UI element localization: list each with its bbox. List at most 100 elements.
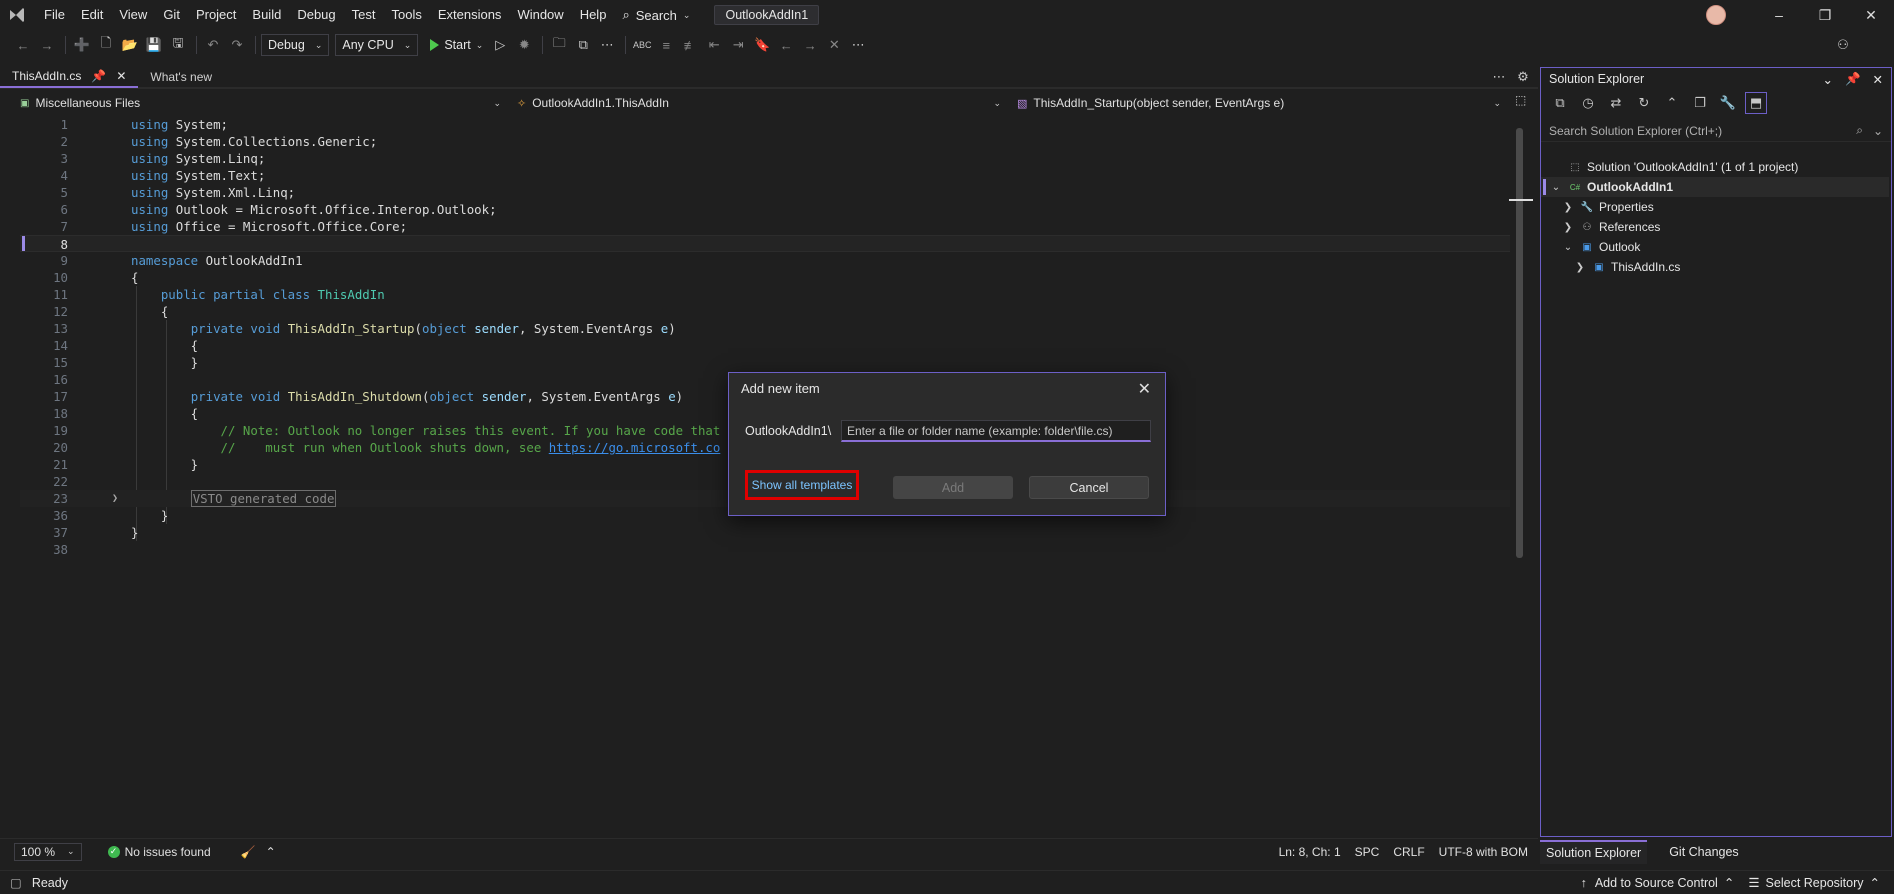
preview-icon[interactable]: ⬒ [1745,92,1767,114]
expand-region-icon[interactable]: ❯ [112,490,118,507]
chevron-up-icon[interactable]: ⌃ [266,845,276,859]
menu-build[interactable]: Build [244,0,289,30]
tab-whats-new[interactable]: What's new [138,66,224,88]
open-file-icon[interactable]: 🗀 [548,34,570,56]
configuration-dropdown[interactable]: Debug ⌄ [261,34,330,56]
menu-view[interactable]: View [111,0,155,30]
tab-git-changes[interactable]: Git Changes [1663,840,1744,864]
properties-wrench-icon[interactable]: 🔧 [1717,92,1739,114]
pin-icon[interactable]: 📌 [1845,72,1861,87]
close-tab-icon[interactable]: ✕ [116,69,126,83]
show-all-templates-link[interactable]: Show all templates [745,470,859,500]
tree-item-solution[interactable]: ⬚ Solution 'OutlookAddIn1' (1 of 1 proje… [1541,157,1889,177]
tree-item-references[interactable]: ❯ ⚇ References [1541,217,1889,237]
file-encoding[interactable]: UTF-8 with BOM [1439,845,1528,859]
hot-reload-icon[interactable]: ✹ [513,34,535,56]
add-button[interactable]: Add [893,476,1013,499]
menu-test[interactable]: Test [344,0,384,30]
chevron-down-icon[interactable]: ⌄ [1822,72,1832,87]
tree-item-properties[interactable]: ❯ 🔧 Properties [1541,197,1889,217]
clear-bookmarks-icon[interactable]: ✕ [823,34,845,56]
tab-solution-explorer[interactable]: Solution Explorer [1540,840,1648,864]
close-icon[interactable]: ✕ [1138,379,1151,399]
type-dropdown[interactable]: ✧ OutlookAddIn1.ThisAddIn ⌄ [509,92,1009,114]
cursor-position[interactable]: Ln: 8, Ch: 1 [1279,845,1341,859]
line-ending[interactable]: CRLF [1393,845,1424,859]
bookmark-icon[interactable]: 🔖 [751,34,773,56]
platform-dropdown[interactable]: Any CPU ⌄ [335,34,419,56]
tree-item-outlook[interactable]: ⌄ ▣ Outlook [1541,237,1889,257]
sync-icon[interactable]: ⇄ [1605,92,1627,114]
close-panel-icon[interactable]: ✕ [1873,72,1883,87]
redo-icon[interactable]: ↷ [226,34,248,56]
menu-edit[interactable]: Edit [73,0,111,30]
new-file-icon[interactable]: 🗋 [95,34,117,56]
tab-overflow-icon[interactable]: ⋯ [1488,66,1510,88]
menu-window[interactable]: Window [509,0,571,30]
whitespace-mode[interactable]: SPC [1355,845,1380,859]
switch-views-icon[interactable]: ⧉ [1549,92,1571,114]
chevron-down-icon[interactable]: ⌄ [1873,124,1883,138]
add-to-source-control[interactable]: Add to Source Control [1595,876,1718,890]
uncomment-icon[interactable]: ≢ [679,34,701,56]
indent-icon[interactable]: ⇥ [727,34,749,56]
show-all-files-icon[interactable]: ❐ [1689,92,1711,114]
close-window-icon[interactable]: ✕ [1848,0,1894,30]
issues-indicator[interactable]: ✓ No issues found [107,845,211,859]
comment-icon[interactable]: ≡ [655,34,677,56]
menu-tools[interactable]: Tools [383,0,429,30]
open-folder-icon[interactable]: 📂 [119,34,141,56]
pin-icon[interactable]: 📌 [91,69,106,83]
collapsed-region[interactable]: VSTO generated code [190,490,337,507]
save-all-icon[interactable]: 🖫 [167,34,189,56]
comment-link[interactable]: https://go.microsoft.co [549,440,721,455]
chevron-up-icon[interactable]: ⌃ [1870,875,1880,890]
undo-icon[interactable]: ↶ [202,34,224,56]
solution-search-box[interactable]: Search Solution Explorer (Ctrl+;) ⌕ ⌄ [1541,120,1891,142]
minimize-icon[interactable]: – [1756,0,1802,30]
new-project-icon[interactable]: ➕ [71,34,93,56]
chevron-right-icon[interactable]: ❯ [1561,222,1575,233]
menu-help[interactable]: Help [572,0,615,30]
menu-project[interactable]: Project [188,0,244,30]
save-icon[interactable]: 💾 [143,34,165,56]
project-dropdown[interactable]: ▣ Miscellaneous Files ⌄ [12,92,509,114]
toolbar-overflow-icon[interactable]: ⋯ [847,34,869,56]
copilot-icon[interactable]: ⚇ [1832,34,1854,56]
menu-extensions[interactable]: Extensions [430,0,510,30]
menu-file[interactable]: File [36,0,73,30]
prev-bookmark-icon[interactable]: ← [775,34,797,56]
history-icon[interactable]: ◷ [1577,92,1599,114]
editor-scrollbar-thumb[interactable] [1516,128,1523,558]
chevron-right-icon[interactable]: ❯ [1561,202,1575,213]
zoom-dropdown[interactable]: 100 % ⌄ [14,842,82,861]
navigate-back-icon[interactable]: ← [12,34,34,56]
navigate-forward-icon[interactable]: → [36,34,58,56]
tree-item-thisaddin[interactable]: ❯ ▣ ThisAddIn.cs [1541,257,1889,277]
chevron-right-icon[interactable]: ❯ [1573,262,1587,273]
chevron-up-icon[interactable]: ⌃ [1724,875,1734,890]
tab-thisaddin-cs[interactable]: ThisAddIn.cs 📌 ✕ [0,66,139,88]
switch-views-icon[interactable]: ⧉ [572,34,594,56]
avatar[interactable] [1706,5,1726,25]
file-name-input[interactable] [841,420,1151,442]
outdent-icon[interactable]: ⇤ [703,34,725,56]
chevron-down-icon[interactable]: ⌄ [1549,182,1563,193]
global-search[interactable]: ⌕ Search ⌄ [614,7,698,23]
code-cleanup-icon[interactable]: 🧹 [241,845,256,859]
cancel-button[interactable]: Cancel [1029,476,1149,499]
refresh-icon[interactable]: ↻ [1633,92,1655,114]
start-without-debugging-icon[interactable]: ▷ [489,34,511,56]
output-window-icon[interactable]: ▢ [10,875,22,890]
menu-git[interactable]: Git [155,0,188,30]
split-editor-icon[interactable]: ⬚ [1515,93,1526,107]
start-debugging-button[interactable]: Start ⌄ [424,38,489,52]
menu-debug[interactable]: Debug [289,0,343,30]
chevron-down-icon[interactable]: ⌄ [1561,242,1575,253]
collapse-all-icon[interactable]: ⌃ [1661,92,1683,114]
member-dropdown[interactable]: ▧ ThisAddIn_Startup(object sender, Event… [1009,92,1509,114]
select-repository[interactable]: Select Repository [1766,876,1864,890]
next-bookmark-icon[interactable]: → [799,34,821,56]
spell-check-icon[interactable]: ABC [631,34,653,56]
tree-item-project[interactable]: ⌄ C# OutlookAddIn1 [1541,177,1889,197]
